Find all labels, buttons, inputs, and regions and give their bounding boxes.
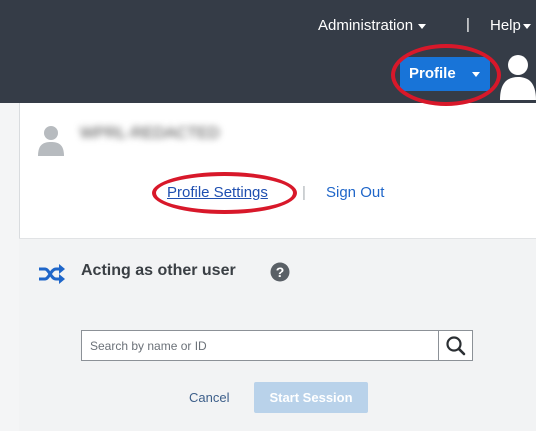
- chevron-down-icon: [418, 23, 427, 29]
- question-circle-icon[interactable]: ?: [270, 262, 290, 282]
- profile-settings-link[interactable]: Profile Settings: [167, 184, 268, 201]
- user-icon: [38, 126, 64, 156]
- sign-out-link[interactable]: Sign Out: [326, 184, 384, 201]
- user-search-box: [81, 330, 473, 361]
- svg-text:?: ?: [276, 264, 285, 280]
- search-button[interactable]: [438, 331, 472, 360]
- chevron-down-icon: [472, 72, 480, 77]
- cancel-button[interactable]: Cancel: [189, 390, 229, 405]
- help-label: Help: [490, 17, 521, 34]
- chevron-down-icon: [522, 23, 531, 29]
- administration-menu[interactable]: Administration: [318, 17, 427, 34]
- profile-button[interactable]: Profile: [400, 57, 490, 91]
- shuffle-icon: [39, 264, 65, 284]
- user-name: WPRL-REDACTED: [80, 125, 220, 142]
- link-divider: |: [302, 184, 306, 201]
- profile-button-label: Profile: [409, 65, 456, 82]
- start-session-button[interactable]: Start Session: [254, 382, 368, 413]
- nav-divider: |: [466, 16, 470, 33]
- screen: Administration | Help Profile WPRL-REDAC…: [0, 0, 536, 431]
- administration-label: Administration: [318, 17, 414, 34]
- background-area: [0, 103, 19, 431]
- top-navigation-bar: Administration | Help Profile: [0, 0, 536, 103]
- help-menu[interactable]: Help: [490, 17, 531, 34]
- acting-as-user-title: Acting as other user: [81, 262, 236, 279]
- user-avatar-icon[interactable]: [496, 50, 536, 100]
- search-icon: [446, 336, 466, 356]
- user-search-input[interactable]: [82, 331, 437, 360]
